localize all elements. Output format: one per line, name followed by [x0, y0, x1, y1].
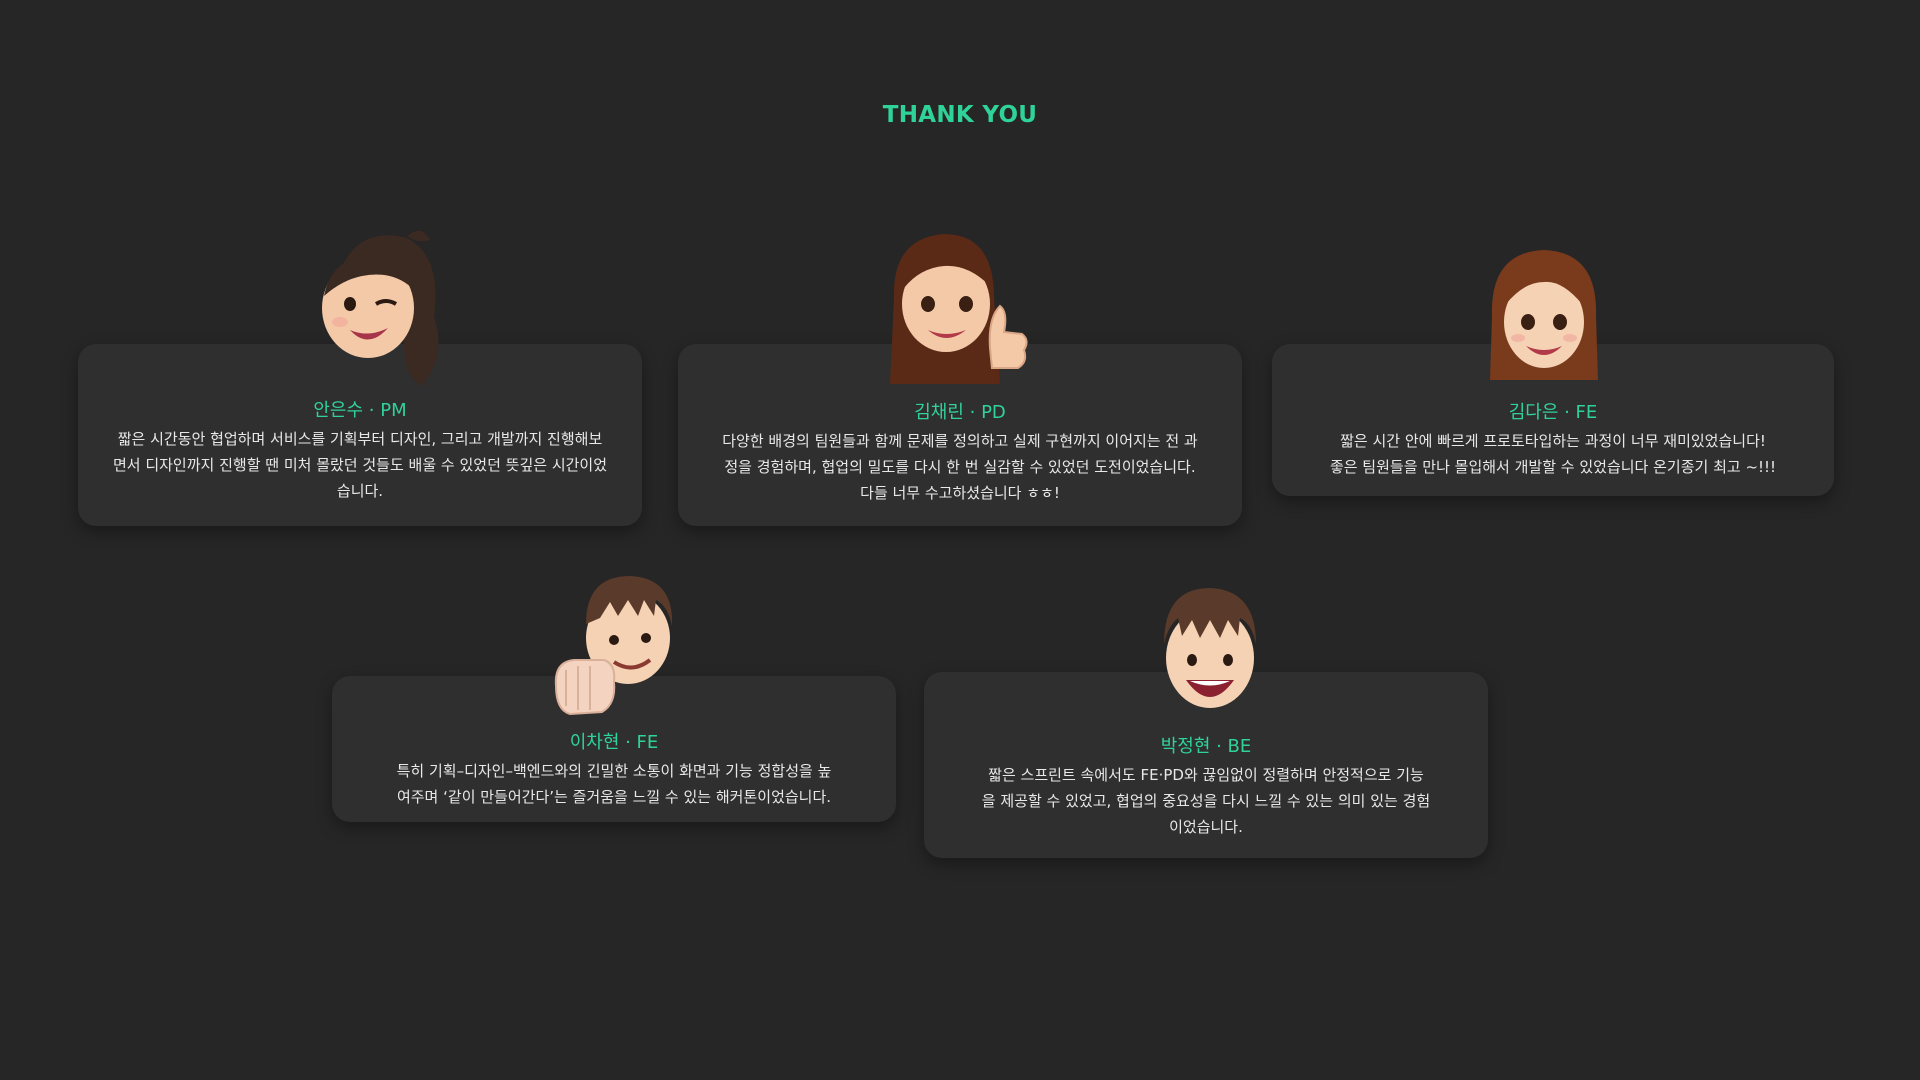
member-message: 짧은 시간 안에 빠르게 프로토타입하는 과정이 너무 재미있었습니다! 좋은 …	[1329, 432, 1777, 476]
member-name: 김채린 · PD	[914, 402, 1006, 423]
member-message: 짧은 시간동안 협업하며 서비스를 기획부터 디자인, 그리고 개발까지 진행해…	[112, 430, 608, 500]
member-name: 박정현 · BE	[1160, 736, 1252, 757]
memoji-fist-bump-man-icon	[554, 576, 673, 716]
member-name: 이차현 · FE	[569, 732, 659, 753]
member-message: 짧은 스프린트 속에서도 FE·PD와 끊임없이 정렬하며 안정적으로 기능 을…	[981, 766, 1431, 836]
member-message: 다양한 배경의 팀원들과 함께 문제를 정의하고 실제 구현까지 이어지는 전 …	[722, 432, 1198, 502]
memoji-thumbs-up-woman-icon	[890, 234, 1028, 384]
member-message: 특히 기획–디자인–백엔드와의 긴밀한 소통이 화면과 기능 정합성을 높 여주…	[396, 762, 832, 806]
memoji-smiling-woman-icon	[1490, 250, 1598, 380]
memoji-laughing-man-icon	[1164, 588, 1256, 708]
thank-you-page: THANK YOU 안은수 · PM 짧은 시간동안 협업하며 서비스를 기획부…	[0, 0, 1920, 1080]
member-name: 김다은 · FE	[1508, 402, 1598, 423]
memoji-winking-woman-icon	[322, 230, 439, 386]
member-name: 안은수 · PM	[313, 400, 407, 421]
page-title: THANK YOU	[882, 102, 1038, 128]
